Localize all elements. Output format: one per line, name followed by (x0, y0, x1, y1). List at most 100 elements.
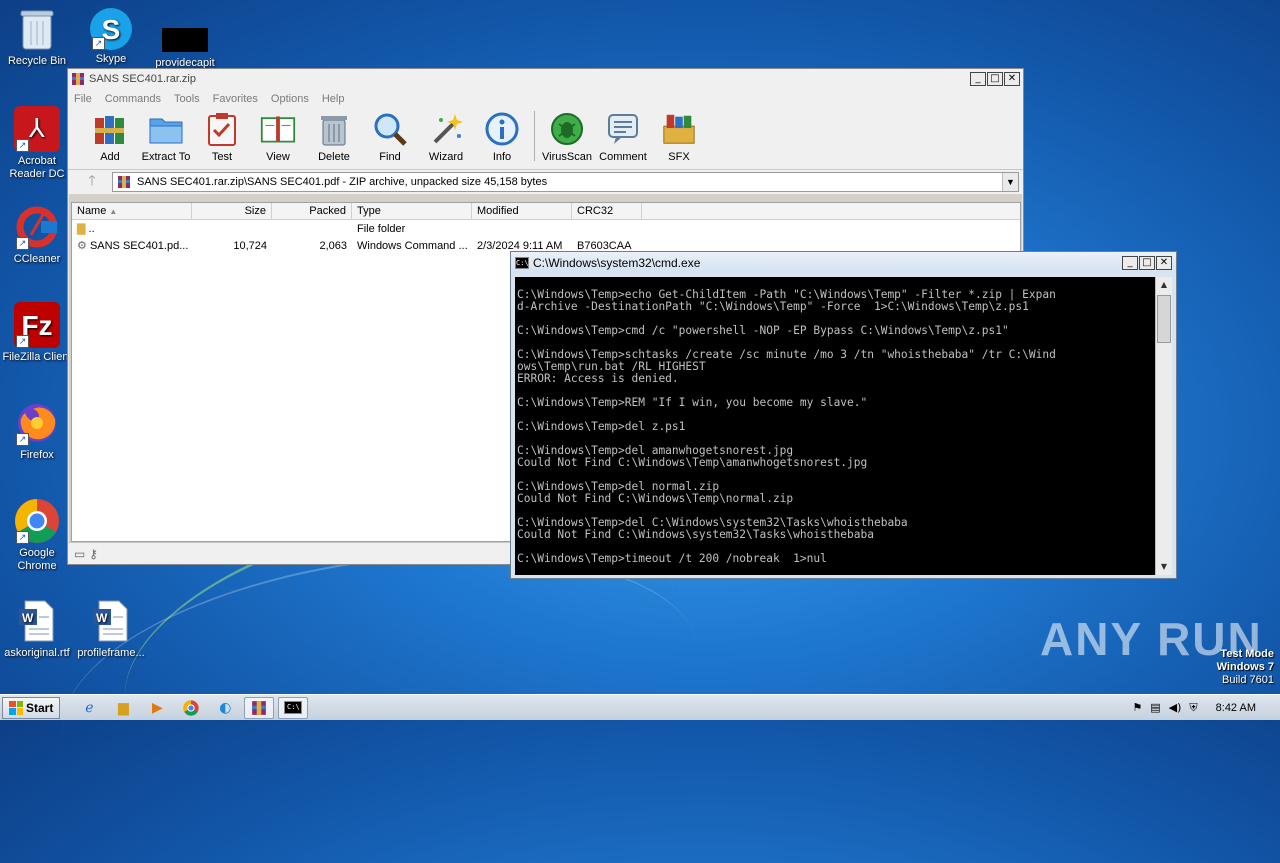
desktop-icon-providecapit[interactable]: providecapit (148, 8, 222, 70)
chrome-icon[interactable] (176, 697, 206, 719)
menu-commands[interactable]: Commands (105, 93, 161, 105)
test-mode-notice: Test Mode Windows 7 Build 7601 (1217, 648, 1274, 687)
scroll-thumb[interactable] (1157, 295, 1171, 343)
cmd-icon: C:\ (515, 256, 529, 269)
desktop-icon-recycle-bin[interactable]: Recycle Bin (0, 6, 74, 68)
close-button[interactable]: ✕ (1156, 255, 1172, 270)
virus-scan-icon (549, 111, 585, 147)
address-field[interactable]: SANS SEC401.rar.zip\SANS SEC401.pdf - ZI… (112, 172, 1019, 192)
test-button[interactable]: Test (194, 111, 250, 163)
cmd-icon[interactable]: C:\ (278, 696, 309, 719)
column-crc32[interactable]: CRC32 (572, 203, 642, 219)
scroll-down-icon[interactable]: ▼ (1156, 559, 1172, 575)
open-book-icon (260, 111, 296, 147)
find-button[interactable]: Find (362, 111, 418, 163)
column-type[interactable]: Type (352, 203, 472, 219)
svg-text:W: W (22, 611, 34, 625)
drive-key-icon: ▭ ⚷ (74, 547, 98, 561)
clock[interactable]: 8:42 AM (1216, 702, 1256, 714)
sfx-button[interactable]: SFX (651, 111, 707, 163)
column-name[interactable]: Name ▲ (72, 203, 192, 219)
sort-asc-icon: ▲ (109, 207, 118, 216)
virusscan-button[interactable]: VirusScan (539, 111, 595, 163)
desktop-icon-skype[interactable]: S ↗ Skype (74, 8, 148, 66)
maximize-button[interactable]: □ (987, 72, 1003, 86)
menu-file[interactable]: File (74, 93, 92, 105)
console-output[interactable]: C:\Windows\Temp>echo Get-ChildItem -Path… (515, 277, 1158, 575)
console-line: Could Not Find C:\Windows\Temp\normal.zi… (517, 492, 794, 505)
desktop-icon-askoriginal[interactable]: W askoriginal.rtf (0, 598, 74, 660)
table-row[interactable]: ▇ .. File folder (72, 220, 1020, 237)
ie-icon[interactable]: ℯ (74, 697, 104, 719)
address-bar: 🡑 SANS SEC401.rar.zip\SANS SEC401.pdf - … (68, 170, 1023, 194)
desktop-icon-chrome[interactable]: ↗ Google Chrome (0, 498, 74, 573)
minimize-button[interactable]: _ (1122, 255, 1138, 270)
chrome-icon: ↗ (14, 498, 60, 544)
comment-button[interactable]: Comment (595, 111, 651, 163)
winrar-icon (72, 73, 84, 85)
view-button[interactable]: View (250, 111, 306, 163)
up-folder-icon[interactable]: 🡑 (72, 170, 112, 194)
word-doc-icon: W (88, 598, 134, 644)
cmd-titlebar[interactable]: C:\ C:\Windows\system32\cmd.exe _ □ ✕ (511, 252, 1176, 273)
taskbar: Start ℯ ▆ ▶ ◐ C:\ ⚑ ▤ ◀) ⛨ 8:42 AM (0, 694, 1280, 720)
windows-logo-icon (9, 700, 23, 715)
extract-to-button[interactable]: Extract To (138, 111, 194, 163)
delete-label: Delete (318, 151, 350, 163)
test-mode-label: Test Mode (1220, 648, 1274, 660)
menu-help[interactable]: Help (322, 93, 345, 105)
sfx-box-icon (661, 111, 697, 147)
desktop-icon-profileframe[interactable]: W profileframe... (74, 598, 148, 660)
toolbar-separator (534, 111, 535, 161)
address-text: SANS SEC401.rar.zip\SANS SEC401.pdf - ZI… (137, 176, 548, 188)
desktop-icon-label: Recycle Bin (7, 55, 67, 67)
network-icon[interactable]: ▤ (1150, 701, 1160, 714)
desktop-icon-label: Skype (95, 53, 127, 65)
edge-icon[interactable]: ◐ (210, 697, 240, 719)
desktop-icon-firefox[interactable]: ↗ Firefox (0, 400, 74, 462)
console-line: C:\Windows\Temp>cmd /c "powershell -NOP … (517, 324, 1009, 337)
magic-wand-icon (428, 111, 464, 147)
explorer-icon[interactable]: ▆ (108, 697, 138, 719)
desktop-icon-ccleaner[interactable]: ↗ CCleaner (0, 204, 74, 266)
redacted-file-icon (162, 8, 208, 54)
wizard-label: Wizard (428, 151, 464, 163)
winrar-titlebar[interactable]: SANS SEC401.rar.zip _ □ ✕ (68, 69, 1023, 89)
delete-button[interactable]: Delete (306, 111, 362, 163)
media-player-icon[interactable]: ▶ (142, 697, 172, 719)
action-center-flag-icon[interactable]: ⚑ (1132, 701, 1142, 714)
desktop-icon-acrobat[interactable]: ⅄ ↗ Acrobat Reader DC (0, 106, 74, 181)
security-shield-icon[interactable]: ⛨ (1189, 701, 1197, 715)
desktop-icon-label: profileframe... (77, 647, 145, 659)
folder-icon (148, 111, 184, 147)
maximize-button[interactable]: □ (1139, 255, 1155, 270)
menu-options[interactable]: Options (271, 93, 309, 105)
minimize-button[interactable]: _ (970, 72, 986, 86)
menu-tools[interactable]: Tools (174, 93, 200, 105)
wizard-button[interactable]: Wizard (418, 111, 474, 163)
build-label: Build 7601 (1222, 674, 1274, 686)
chevron-down-icon[interactable]: ▼ (1002, 173, 1018, 191)
volume-icon[interactable]: ◀) (1169, 701, 1182, 714)
scroll-up-icon[interactable]: ▲ (1156, 277, 1172, 293)
start-label: Start (26, 700, 54, 715)
info-button[interactable]: Info (474, 111, 530, 163)
column-modified[interactable]: Modified (472, 203, 572, 219)
sfx-label: SFX (668, 151, 690, 163)
scrollbar[interactable]: ▲ ▼ (1155, 277, 1172, 575)
column-header: Name ▲ Size Packed Type Modified CRC32 (72, 203, 1020, 220)
filezilla-icon: Fz ↗ (14, 302, 60, 348)
ccleaner-icon: ↗ (14, 204, 60, 250)
column-size[interactable]: Size (192, 203, 272, 219)
system-tray: ⚑ ▤ ◀) ⛨ 8:42 AM (1132, 701, 1280, 715)
word-doc-icon: W (14, 598, 60, 644)
start-button[interactable]: Start (2, 696, 61, 719)
column-packed[interactable]: Packed (272, 203, 352, 219)
menu-favorites[interactable]: Favorites (213, 93, 258, 105)
cmd-title: C:\Windows\system32\cmd.exe (533, 255, 701, 270)
add-button[interactable]: Add (82, 111, 138, 163)
winrar-icon[interactable] (244, 696, 275, 719)
cmd-window[interactable]: C:\ C:\Windows\system32\cmd.exe _ □ ✕ C:… (510, 251, 1177, 579)
close-button[interactable]: ✕ (1004, 72, 1020, 86)
desktop-icon-filezilla[interactable]: Fz ↗ FileZilla Client (0, 302, 74, 364)
